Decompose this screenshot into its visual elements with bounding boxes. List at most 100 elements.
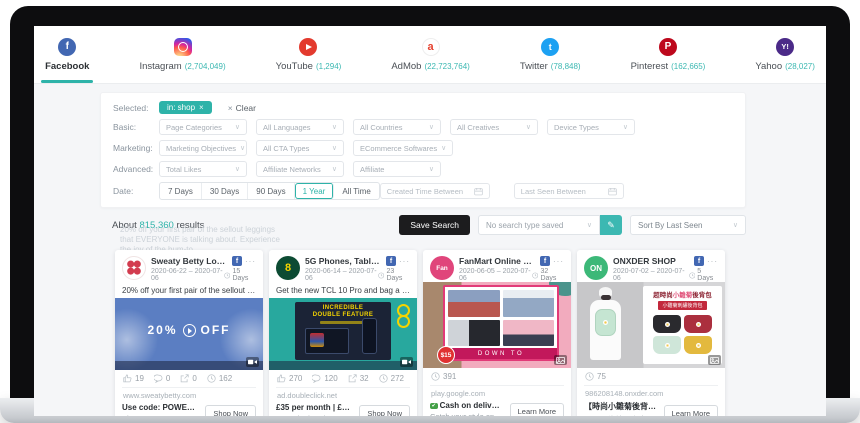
selected-label: Selected: bbox=[113, 103, 159, 113]
select-page-categories[interactable]: Page Categories∨ bbox=[159, 119, 247, 135]
advertiser-avatar bbox=[122, 256, 146, 280]
product-photo bbox=[503, 320, 555, 347]
chip-remove-icon[interactable]: × bbox=[199, 103, 204, 112]
saved-search-dropdown[interactable]: No search type saved ∨ bbox=[478, 215, 600, 235]
ad-landing-domain[interactable]: www.sweatybetty.com bbox=[122, 387, 256, 401]
clock-icon bbox=[431, 372, 440, 381]
tab-instagram[interactable]: Instagram(2,704,049) bbox=[127, 26, 237, 83]
tab-label: Pinterest bbox=[631, 61, 669, 72]
more-menu-icon[interactable]: ··· bbox=[553, 257, 564, 266]
select-affiliate[interactable]: Affiliate∨ bbox=[353, 161, 441, 177]
select-total-likes[interactable]: Total Likes∨ bbox=[159, 161, 247, 177]
ad-landing-domain[interactable]: 986208148.onxder.com bbox=[584, 385, 718, 399]
tab-admob[interactable]: a AdMob(22,723,764) bbox=[379, 26, 481, 83]
last-seen-between-input[interactable]: Last Seen Between bbox=[514, 183, 624, 199]
select-all-countries[interactable]: All Countries∨ bbox=[353, 119, 441, 135]
ad-stats-row: 19 0 0 162 bbox=[115, 370, 263, 386]
clear-filters-button[interactable]: × Clear bbox=[228, 103, 256, 113]
ad-landing-domain[interactable]: play.google.com bbox=[430, 385, 564, 399]
more-menu-icon[interactable]: ··· bbox=[245, 257, 256, 266]
cta-shop-now-button[interactable]: Shop Now bbox=[359, 405, 410, 417]
play-icon[interactable] bbox=[183, 324, 196, 337]
advertiser-name[interactable]: FanMart Online Shopping - F... bbox=[459, 256, 537, 266]
clock-icon bbox=[532, 272, 538, 279]
admob-icon: a bbox=[422, 38, 440, 56]
price-badge: $15 bbox=[437, 346, 455, 364]
cta-shop-now-button[interactable]: Shop Now bbox=[205, 405, 256, 417]
select-device-types[interactable]: Device Types∨ bbox=[547, 119, 635, 135]
advertiser-name[interactable]: ONXDER SHOP bbox=[613, 256, 691, 266]
product-photo bbox=[653, 336, 681, 354]
select-ecommerce-softwares[interactable]: ECommerce Softwares∨ bbox=[353, 140, 453, 156]
advertiser-avatar: 8 bbox=[276, 256, 300, 280]
ad-duration: 15 Days bbox=[232, 268, 256, 282]
product-collage: DOWN TO $15 bbox=[443, 285, 559, 361]
tab-yahoo[interactable]: Y! Yahoo(28,027) bbox=[743, 26, 826, 83]
tab-twitter[interactable]: t Twitter(78,848) bbox=[508, 26, 593, 83]
select-cta-types[interactable]: All CTA Types∨ bbox=[256, 140, 344, 156]
more-menu-icon[interactable]: ··· bbox=[707, 257, 718, 266]
instagram-icon bbox=[174, 38, 192, 56]
card-header: 8 5G Phones, Tablets & SIMs | ... f ··· … bbox=[269, 250, 417, 282]
clear-label: Clear bbox=[236, 103, 256, 113]
select-affiliate-networks[interactable]: Affiliate Networks∨ bbox=[256, 161, 344, 177]
date-option-7-days[interactable]: 7 Days bbox=[160, 183, 202, 199]
tab-count: (78,848) bbox=[551, 62, 581, 71]
creative-subtext-bar bbox=[320, 321, 366, 324]
ad-cards-grid: Sweaty Betty London | Wom... f ··· 2020-… bbox=[115, 250, 725, 416]
product-photo bbox=[448, 290, 500, 317]
tab-pinterest[interactable]: P Pinterest(162,665) bbox=[619, 26, 718, 83]
chevron-down-icon: ∨ bbox=[332, 123, 337, 131]
date-option-90-days[interactable]: 90 Days bbox=[248, 183, 294, 199]
marketing-filter-row: Marketing: Marketing Objectives∨ All CTA… bbox=[113, 140, 733, 156]
share-icon bbox=[180, 374, 189, 383]
cta-learn-more-button[interactable]: Learn More bbox=[510, 403, 564, 417]
select-all-creatives[interactable]: All Creatives∨ bbox=[450, 119, 538, 135]
marketing-label: Marketing: bbox=[113, 143, 159, 153]
share-stat: 0 bbox=[180, 374, 196, 383]
edit-saved-search-button[interactable]: ✎ bbox=[600, 215, 622, 235]
facebook-icon: f bbox=[232, 256, 242, 266]
image-type-icon bbox=[708, 355, 721, 365]
created-time-between-input[interactable]: Created Time Between bbox=[380, 183, 490, 199]
date-option-1-year[interactable]: 1 Year bbox=[295, 183, 335, 199]
save-search-button[interactable]: Save Search bbox=[399, 215, 470, 235]
chevron-down-icon: ∨ bbox=[429, 123, 434, 131]
ad-card-sweaty-betty: Sweaty Betty London | Wom... f ··· 2020-… bbox=[115, 250, 263, 416]
ad-card-onxder: ON ONXDER SHOP f ··· 2020-07-02 – 2020-0… bbox=[577, 250, 725, 416]
creative-banner-text: DOWN TO bbox=[445, 348, 557, 359]
creative-headline: INCREDIBLE DOUBLE FEATURE bbox=[295, 305, 391, 319]
ad-creative-video[interactable]: INCREDIBLE DOUBLE FEATURE bbox=[269, 298, 417, 370]
date-filter-row: Date: 7 Days 30 Days 90 Days 1 Year All … bbox=[113, 182, 733, 200]
creative-text: 20% bbox=[147, 323, 177, 337]
tab-label: Yahoo bbox=[755, 61, 782, 72]
ad-creative-image[interactable]: 超時尚小雛菊後背包 小雛菊刺繡後背包 bbox=[577, 282, 725, 368]
ad-caption: Shop Now bbox=[122, 414, 199, 416]
sort-dropdown[interactable]: Sort By Last Seen ∨ bbox=[630, 215, 746, 235]
ad-card-5g-phones: 8 5G Phones, Tablets & SIMs | ... f ··· … bbox=[269, 250, 417, 416]
cta-learn-more-button[interactable]: Learn More bbox=[664, 405, 718, 417]
advertiser-name[interactable]: 5G Phones, Tablets & SIMs | ... bbox=[305, 256, 383, 266]
tab-count: (1,294) bbox=[316, 62, 341, 71]
tab-facebook[interactable]: f Facebook bbox=[34, 26, 101, 83]
date-option-30-days[interactable]: 30 Days bbox=[202, 183, 248, 199]
backpack-graphic bbox=[595, 309, 616, 336]
tab-youtube[interactable]: YouTube(1,294) bbox=[264, 26, 354, 83]
ad-caption: GEGO 潮流，在全球深入合作近... bbox=[584, 414, 658, 416]
advertiser-name[interactable]: Sweaty Betty London | Wom... bbox=[151, 256, 229, 266]
ad-landing-domain[interactable]: ad.doubleclick.net bbox=[276, 387, 410, 401]
chip-label: in: shop bbox=[167, 103, 195, 112]
clock-icon bbox=[224, 272, 230, 279]
more-menu-icon[interactable]: ··· bbox=[399, 257, 410, 266]
ad-creative-image[interactable]: DOWN TO $15 bbox=[423, 282, 571, 368]
select-all-languages[interactable]: All Languages∨ bbox=[256, 119, 344, 135]
tab-count: (162,665) bbox=[671, 62, 705, 71]
selected-chip-in-shop[interactable]: in: shop × bbox=[159, 101, 212, 114]
ad-card-fanmart: Fan FanMart Online Shopping - F... f ···… bbox=[423, 250, 571, 416]
facebook-icon: f bbox=[540, 256, 550, 266]
results-bar-controls: Save Search No search type saved ∨ ✎ Sor… bbox=[399, 215, 746, 235]
select-marketing-objectives[interactable]: Marketing Objectives∨ bbox=[159, 140, 247, 156]
ad-caption: Catch your style on FanMart! bbox=[430, 412, 504, 416]
date-option-all-time[interactable]: All Time bbox=[334, 183, 378, 199]
ad-creative-video[interactable]: 20% OFF bbox=[115, 298, 263, 370]
